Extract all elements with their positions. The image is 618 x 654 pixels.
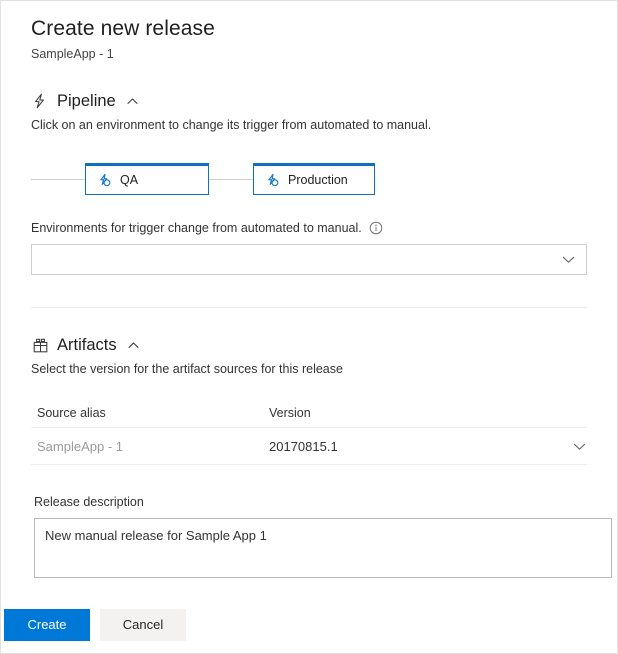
pipeline-section-description: Click on an environment to change its tr… [31, 118, 432, 132]
cell-version: 20170815.1 [269, 438, 338, 454]
environment-trigger-icon [97, 173, 112, 188]
pipeline-connector-line-middle [207, 179, 255, 180]
artifacts-table: Source alias Version SampleApp - 1 20170… [31, 399, 587, 465]
release-description-input[interactable] [34, 518, 612, 578]
chevron-up-icon[interactable] [127, 339, 140, 352]
artifacts-section-title: Artifacts [57, 336, 117, 354]
trigger-environments-dropdown[interactable] [31, 244, 587, 275]
trigger-field-label-row: Environments for trigger change from aut… [31, 220, 587, 236]
create-button[interactable]: Create [4, 609, 90, 641]
cancel-button[interactable]: Cancel [100, 609, 186, 641]
pipeline-section-title: Pipeline [57, 92, 116, 110]
table-header-row: Source alias Version [31, 399, 587, 427]
release-description-block: Release description [1, 465, 617, 583]
column-header-source-alias: Source alias [37, 406, 106, 420]
chevron-up-icon[interactable] [126, 95, 139, 108]
environment-node-qa[interactable]: QA [85, 163, 209, 195]
release-description-label: Release description [34, 495, 144, 509]
column-header-version: Version [269, 406, 311, 420]
pipeline-section-header[interactable]: Pipeline [31, 91, 587, 111]
table-row[interactable]: SampleApp - 1 20170815.1 [31, 428, 587, 464]
environment-label: QA [120, 173, 139, 187]
info-circle-icon[interactable] [369, 221, 383, 235]
pipeline-graph: QA Production [31, 156, 587, 202]
environment-trigger-icon [265, 173, 280, 188]
artifacts-section-description: Select the version for the artifact sour… [31, 362, 343, 376]
create-new-release-dialog: Create new release SampleApp - 1 Pipelin… [0, 0, 618, 654]
environment-label: Production [288, 173, 348, 187]
chevron-down-icon[interactable] [561, 252, 576, 267]
page-subtitle: SampleApp - 1 [31, 47, 114, 61]
lightning-bolt-icon [31, 92, 49, 110]
environment-node-production[interactable]: Production [253, 163, 375, 195]
page-title: Create new release [31, 17, 215, 40]
artifacts-section-header[interactable]: Artifacts [31, 335, 587, 355]
dialog-action-buttons: Create Cancel [1, 583, 617, 641]
chevron-down-icon[interactable] [572, 439, 587, 454]
artifact-version-dropdown[interactable] [561, 439, 587, 454]
trigger-field-label: Environments for trigger change from aut… [31, 221, 362, 235]
gift-box-icon [31, 336, 49, 354]
cell-source-alias: SampleApp - 1 [37, 438, 123, 454]
